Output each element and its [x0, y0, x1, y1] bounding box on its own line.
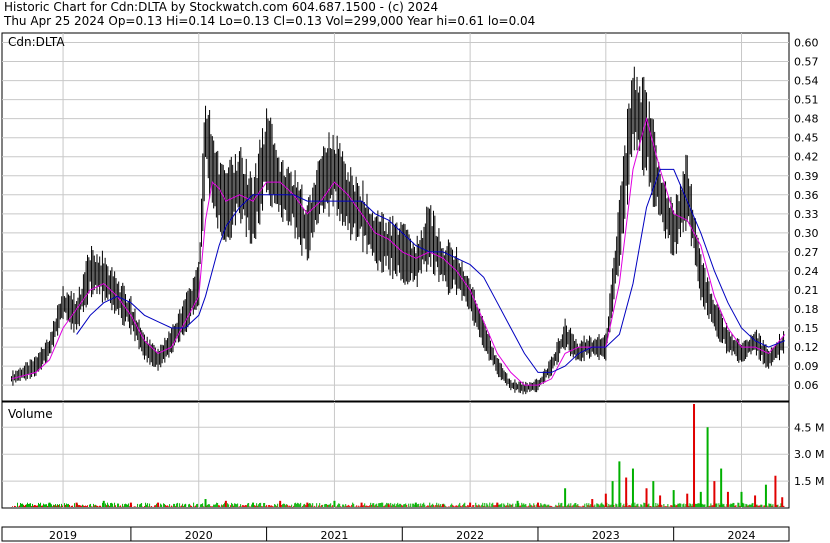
year-axis-frame [1, 526, 790, 542]
price-tick-label: 0.42 [794, 151, 819, 164]
volume-panel-frame [1, 401, 790, 509]
volume-bars [10, 404, 785, 508]
price-tick-label: 0.60 [794, 37, 819, 50]
volume-tick-label: 4.5 M [794, 421, 824, 434]
price-tick-label: 0.39 [794, 170, 819, 183]
price-axis: 0.06 0.09 0.12 0.15 0.18 0.21 0.24 0.27 0.30 0.33… [794, 37, 819, 393]
year-tick-label: 2022 [456, 529, 484, 542]
volume-panel-label: Volume [8, 407, 53, 421]
price-tick-label: 0.48 [794, 113, 819, 126]
price-tick-label: 0.33 [794, 208, 819, 221]
price-tick-label: 0.09 [794, 360, 819, 373]
price-tick-label: 0.15 [794, 322, 819, 335]
price-tick-label: 0.24 [794, 265, 819, 278]
price-tick-label: 0.57 [794, 56, 819, 69]
volume-tick-label: 1.5 M [794, 475, 824, 488]
year-tick-label: 2023 [592, 529, 620, 542]
price-tick-label: 0.21 [794, 284, 819, 297]
price-tick-label: 0.27 [794, 246, 819, 259]
price-tick-label: 0.36 [794, 189, 819, 202]
volume-tick-label: 3.0 M [794, 448, 824, 461]
price-panel-label: Cdn:DLTA [8, 35, 65, 49]
price-tick-label: 0.18 [794, 303, 819, 316]
price-bars [10, 66, 785, 395]
stock-chart: 0.06 0.09 0.12 0.15 0.18 0.21 0.24 0.27 0.30 0.33… [1, 32, 824, 542]
price-tick-label: 0.30 [794, 227, 819, 240]
year-tick-label: 2020 [185, 529, 213, 542]
price-tick-label: 0.45 [794, 132, 819, 145]
year-axis: 2019 2020 2021 2022 2023 2024 [49, 527, 756, 542]
volume-axis: 1.5 M 3.0 M 4.5 M [794, 421, 824, 488]
volume-gridlines [2, 402, 789, 508]
year-tick-label: 2021 [320, 529, 348, 542]
price-tick-label: 0.12 [794, 341, 819, 354]
year-tick-label: 2019 [49, 529, 77, 542]
year-tick-label: 2024 [728, 529, 756, 542]
price-tick-label: 0.06 [794, 379, 819, 392]
price-tick-label: 0.54 [794, 75, 819, 88]
price-tick-label: 0.51 [794, 94, 819, 107]
